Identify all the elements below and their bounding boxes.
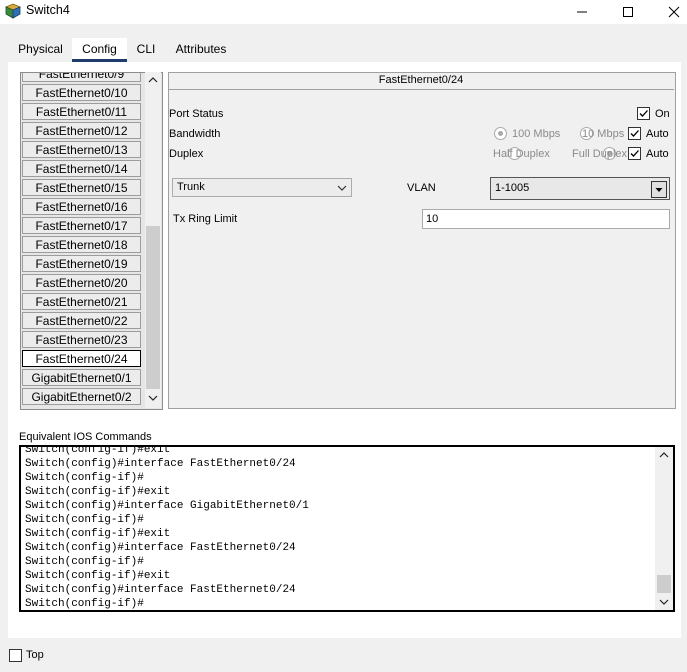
port-mode-value: Trunk (177, 181, 205, 193)
tx-ring-limit-label: Tx Ring Limit (173, 213, 238, 225)
checkbox-box (637, 107, 650, 120)
vlan-label: VLAN (407, 182, 436, 194)
check-icon (630, 130, 639, 137)
port-list-item[interactable]: FastEthernet0/10 (22, 84, 141, 101)
scroll-up-icon[interactable] (147, 75, 159, 85)
port-list-item[interactable]: FastEthernet0/19 (22, 255, 141, 272)
port-list-item[interactable]: FastEthernet0/20 (22, 274, 141, 291)
top-label: Top (26, 649, 44, 661)
port-mode-select[interactable]: Trunk (172, 178, 352, 197)
ios-command-line: Switch(config)#interface GigabitEthernet… (25, 500, 309, 512)
tab-config[interactable]: Config (72, 38, 127, 62)
duplex-auto-checkbox[interactable] (628, 147, 641, 163)
port-list-item[interactable]: GigabitEthernet0/2 (22, 388, 141, 405)
scroll-down-icon[interactable] (658, 597, 670, 607)
duplex-auto-label: Auto (646, 148, 669, 160)
port-list-item[interactable]: FastEthernet0/11 (22, 103, 141, 120)
maximize-icon (623, 7, 633, 17)
bandwidth-label: Bandwidth (169, 128, 221, 140)
top-checkbox[interactable] (9, 649, 22, 662)
ios-command-line: Switch(config-if)# (25, 556, 144, 568)
port-list-item[interactable]: FastEthernet0/12 (22, 122, 141, 139)
bw-auto-checkbox[interactable] (628, 127, 641, 143)
on-label: On (655, 108, 670, 120)
port-list-item[interactable]: FastEthernet0/15 (22, 179, 141, 196)
chevron-down-icon (337, 185, 347, 191)
maximize-button[interactable] (605, 0, 651, 24)
port-list-item[interactable]: FastEthernet0/22 (22, 312, 141, 329)
bw-100-label: 100 Mbps (512, 128, 561, 140)
ios-commands-label: Equivalent IOS Commands (19, 431, 152, 443)
ios-command-line: Switch(config-if)#exit (25, 445, 171, 456)
ios-command-line: Switch(config-if)#exit (25, 528, 171, 540)
check-icon (639, 110, 648, 117)
ios-scroll-thumb[interactable] (657, 575, 671, 593)
port-list: FastEthernet0/9 FastEthernet0/10 FastEther… (20, 72, 163, 410)
tab-cli[interactable]: CLI (130, 38, 162, 62)
port-list-item[interactable]: FastEthernet0/14 (22, 160, 141, 177)
scroll-down-icon[interactable] (147, 393, 159, 403)
port-status-label: Port Status (169, 108, 224, 120)
vlan-dropdown-button[interactable] (651, 181, 667, 198)
close-button[interactable] (651, 0, 687, 24)
duplex-label: Duplex (169, 148, 204, 160)
port-list-item[interactable]: FastEthernet0/9 (22, 73, 141, 82)
dropdown-arrow-icon (655, 188, 663, 192)
vlan-combobox[interactable]: 1-1005 (490, 177, 670, 200)
port-list-item[interactable]: FastEthernet0/23 (22, 331, 141, 348)
tab-attributes[interactable]: Attributes (168, 38, 234, 62)
window-title: Switch4 (26, 3, 70, 17)
check-icon (630, 150, 639, 157)
port-list-item[interactable]: FastEthernet0/21 (22, 293, 141, 310)
tx-ring-limit-input[interactable]: 10 (422, 209, 670, 229)
scroll-up-icon[interactable] (658, 450, 670, 460)
port-list-item[interactable]: FastEthernet0/24 (22, 350, 141, 367)
tab-physical[interactable]: Physical (12, 38, 69, 62)
port-list-item[interactable]: FastEthernet0/13 (22, 141, 141, 158)
checkbox-box (628, 127, 641, 140)
port-list-item[interactable]: FastEthernet0/17 (22, 217, 141, 234)
close-icon (668, 6, 680, 18)
port-status-on-checkbox[interactable] (637, 107, 650, 123)
ios-command-line: Switch(config)#interface FastEthernet0/2… (25, 542, 296, 554)
minimize-icon (577, 11, 587, 13)
checkbox-box (628, 147, 641, 160)
full-duplex-label: Full Duplex (572, 148, 628, 160)
tab-config-label: Config (82, 42, 117, 56)
port-detail-panel (168, 72, 676, 409)
ios-commands-text: Switch(config-if)#exit Switch(config)#int… (25, 445, 309, 610)
ios-command-line: Switch(config-if)#exit (25, 570, 171, 582)
bw-100-radio[interactable] (494, 127, 507, 140)
minimize-button[interactable] (559, 0, 605, 24)
ios-commands-box[interactable]: Switch(config-if)#exit Switch(config)#int… (19, 445, 675, 612)
port-detail-header: FastEthernet0/24 (168, 72, 674, 90)
port-list-item[interactable]: FastEthernet0/16 (22, 198, 141, 215)
half-duplex-label: Half Duplex (493, 148, 550, 160)
port-list-item[interactable]: GigabitEthernet0/1 (22, 369, 141, 386)
ios-command-line: Switch(config-if)# (25, 514, 144, 526)
ios-command-line: Switch(config)#interface FastEthernet0/2… (25, 584, 296, 596)
ios-command-line: Switch(config-if)#exit (25, 486, 171, 498)
port-list-item[interactable]: FastEthernet0/18 (22, 236, 141, 253)
ios-command-line: Switch(config-if)# (25, 598, 144, 610)
switch-app-icon (4, 3, 22, 19)
vlan-value: 1-1005 (495, 182, 530, 194)
ios-command-line: Switch(config)#interface FastEthernet0/2… (25, 458, 296, 470)
bw-auto-label: Auto (646, 128, 669, 140)
bw-10-label: 10 Mbps (582, 128, 625, 140)
tab-strip: Physical Config CLI Attributes (8, 38, 238, 62)
ios-command-line: Switch(config-if)# (25, 472, 144, 484)
port-list-scroll-thumb[interactable] (146, 226, 160, 389)
